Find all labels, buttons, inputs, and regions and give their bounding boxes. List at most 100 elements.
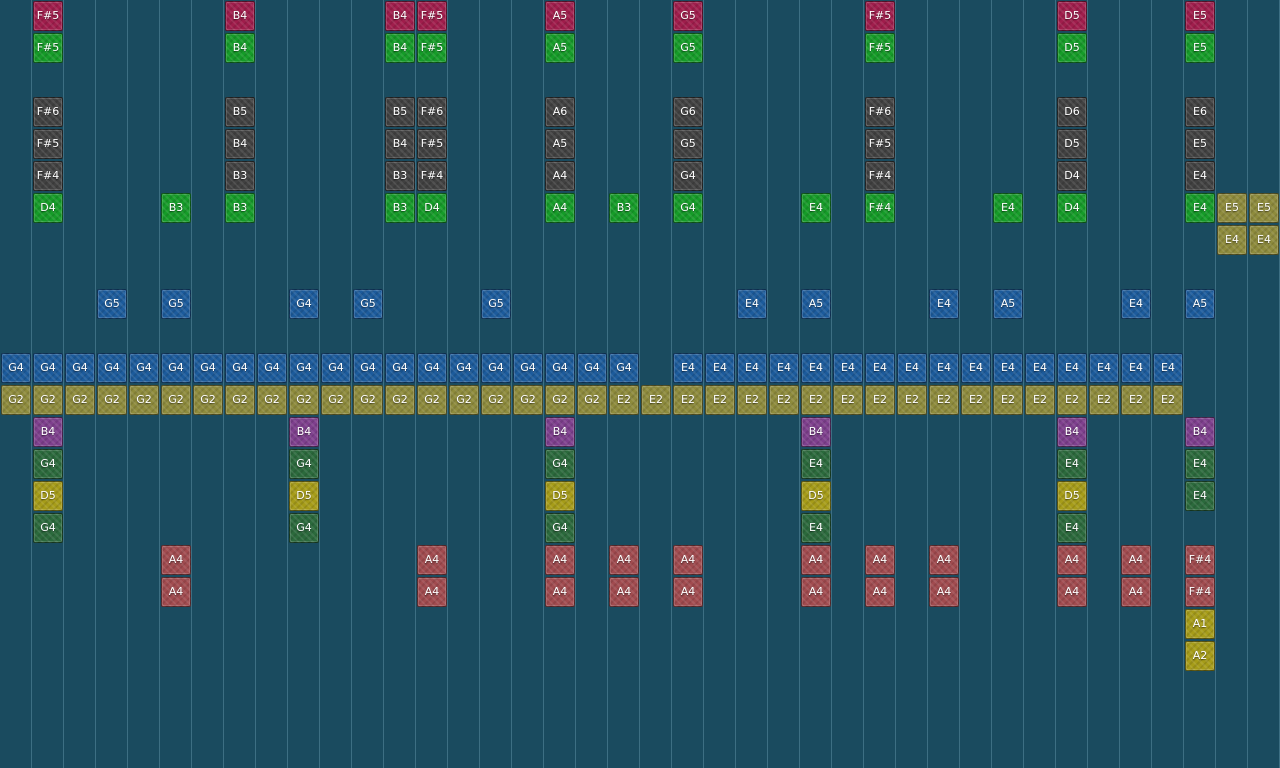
note-block[interactable]: G4 (225, 353, 255, 383)
note-block[interactable]: B3 (385, 193, 415, 223)
note-block[interactable]: A1 (1185, 609, 1215, 639)
note-block[interactable]: B4 (801, 417, 831, 447)
note-block[interactable]: B4 (225, 33, 255, 63)
note-block[interactable]: E4 (929, 289, 959, 319)
note-block[interactable]: G5 (673, 1, 703, 31)
note-block[interactable]: D5 (1057, 33, 1087, 63)
note-block[interactable]: A4 (545, 545, 575, 575)
note-block[interactable]: E6 (1185, 97, 1215, 127)
note-block[interactable]: A5 (1185, 289, 1215, 319)
note-block[interactable]: G4 (417, 353, 447, 383)
note-block[interactable]: A5 (545, 33, 575, 63)
note-block[interactable]: F#5 (865, 129, 895, 159)
note-block[interactable]: G4 (257, 353, 287, 383)
note-block[interactable]: G2 (545, 385, 575, 415)
note-block[interactable]: G2 (577, 385, 607, 415)
note-block[interactable]: G2 (449, 385, 479, 415)
note-block[interactable]: F#5 (33, 1, 63, 31)
note-block[interactable]: A5 (993, 289, 1023, 319)
note-block[interactable]: G4 (321, 353, 351, 383)
note-block[interactable]: D4 (1057, 161, 1087, 191)
note-block[interactable]: G2 (417, 385, 447, 415)
note-block[interactable]: E4 (705, 353, 735, 383)
note-block[interactable]: B3 (225, 193, 255, 223)
note-block[interactable]: G4 (161, 353, 191, 383)
note-block[interactable]: A4 (1121, 577, 1151, 607)
note-block[interactable]: B5 (225, 97, 255, 127)
note-block[interactable]: G4 (673, 161, 703, 191)
note-block[interactable]: G4 (97, 353, 127, 383)
note-block[interactable]: F#6 (33, 97, 63, 127)
note-block[interactable]: E4 (1121, 289, 1151, 319)
note-block[interactable]: A6 (545, 97, 575, 127)
note-block[interactable]: D5 (1057, 481, 1087, 511)
note-block[interactable]: E2 (961, 385, 991, 415)
note-block[interactable]: E2 (929, 385, 959, 415)
note-block[interactable]: E4 (673, 353, 703, 383)
note-block[interactable]: F#5 (417, 33, 447, 63)
note-block[interactable]: B4 (385, 1, 415, 31)
note-block[interactable]: E5 (1217, 193, 1247, 223)
note-block[interactable]: G4 (33, 449, 63, 479)
note-block[interactable]: E2 (1025, 385, 1055, 415)
note-block[interactable]: E4 (1185, 481, 1215, 511)
note-block[interactable]: B4 (289, 417, 319, 447)
note-block[interactable]: B4 (385, 129, 415, 159)
note-block[interactable]: G4 (353, 353, 383, 383)
note-block[interactable]: F#6 (865, 97, 895, 127)
note-block[interactable]: F#5 (417, 129, 447, 159)
note-block[interactable]: E2 (609, 385, 639, 415)
note-block[interactable]: E4 (929, 353, 959, 383)
note-block[interactable]: A4 (161, 545, 191, 575)
note-block[interactable]: A4 (673, 577, 703, 607)
note-block[interactable]: G5 (97, 289, 127, 319)
note-block[interactable]: F#5 (417, 1, 447, 31)
note-block[interactable]: G2 (225, 385, 255, 415)
note-block[interactable]: G2 (1, 385, 31, 415)
note-block[interactable]: D4 (417, 193, 447, 223)
note-block[interactable]: E4 (801, 449, 831, 479)
note-block[interactable]: G4 (289, 289, 319, 319)
note-block[interactable]: D5 (289, 481, 319, 511)
note-block[interactable]: A2 (1185, 641, 1215, 671)
note-block[interactable]: E4 (1185, 449, 1215, 479)
note-block[interactable]: E2 (1057, 385, 1087, 415)
note-block[interactable]: G2 (161, 385, 191, 415)
note-block[interactable]: A5 (801, 289, 831, 319)
note-block[interactable]: A4 (545, 161, 575, 191)
note-block[interactable]: E2 (705, 385, 735, 415)
note-block[interactable]: G4 (33, 513, 63, 543)
note-block[interactable]: E2 (833, 385, 863, 415)
note-block[interactable]: B5 (385, 97, 415, 127)
note-block[interactable]: B3 (385, 161, 415, 191)
note-block[interactable]: E4 (1025, 353, 1055, 383)
note-block[interactable]: G2 (481, 385, 511, 415)
note-block[interactable]: G2 (257, 385, 287, 415)
note-block[interactable]: E2 (993, 385, 1023, 415)
note-block[interactable]: G4 (289, 449, 319, 479)
note-block[interactable]: G4 (33, 353, 63, 383)
note-block[interactable]: F#4 (1185, 545, 1215, 575)
note-block[interactable]: D4 (33, 193, 63, 223)
note-block[interactable]: A4 (417, 545, 447, 575)
note-block[interactable]: G4 (545, 449, 575, 479)
note-block[interactable]: A4 (801, 577, 831, 607)
note-block[interactable]: E2 (897, 385, 927, 415)
note-block[interactable]: G2 (193, 385, 223, 415)
note-block[interactable]: F#5 (33, 33, 63, 63)
note-block[interactable]: D5 (1057, 1, 1087, 31)
note-block[interactable]: E2 (641, 385, 671, 415)
note-block[interactable]: F#4 (1185, 577, 1215, 607)
note-block[interactable]: E4 (1185, 161, 1215, 191)
note-block[interactable]: G5 (673, 33, 703, 63)
note-block[interactable]: A4 (865, 577, 895, 607)
note-block[interactable]: E2 (769, 385, 799, 415)
note-block[interactable]: G2 (385, 385, 415, 415)
note-block[interactable]: G4 (449, 353, 479, 383)
note-block[interactable]: B4 (545, 417, 575, 447)
note-block[interactable]: E4 (1057, 513, 1087, 543)
note-block[interactable]: G4 (673, 193, 703, 223)
note-block[interactable]: E4 (737, 353, 767, 383)
note-block[interactable]: E5 (1185, 1, 1215, 31)
note-block[interactable]: F#5 (865, 33, 895, 63)
